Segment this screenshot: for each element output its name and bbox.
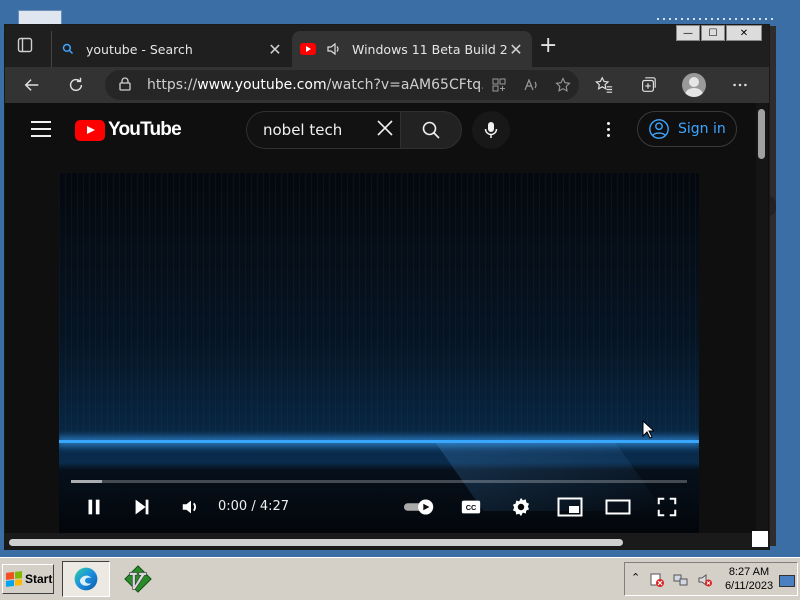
taskbar-edge-app[interactable] — [62, 561, 110, 597]
captions-button[interactable]: CC — [457, 495, 485, 519]
horizontal-scrollbar[interactable] — [5, 533, 769, 549]
clock-date: 6/11/2023 — [724, 580, 774, 592]
tab-youtube-search[interactable]: youtube - Search ✕ — [51, 31, 291, 67]
taskbar: Start ⌃ 8:27 AM 6/11/2023 — [0, 557, 800, 600]
tab-windows-11-video[interactable]: Windows 11 Beta Build 213… ✕ — [292, 31, 532, 67]
youtube-logo[interactable]: YouTube — [75, 119, 182, 141]
scrollbar-thumb[interactable] — [9, 539, 623, 546]
skip-next-icon — [135, 499, 149, 515]
account-icon — [649, 119, 669, 139]
windows-logo-icon — [6, 571, 22, 587]
microphone-icon — [484, 122, 498, 138]
browser-toolbar: https://www.youtube.com/watch?v=aAM65CFt… — [5, 67, 769, 103]
search-query: nobel tech — [263, 121, 343, 139]
favorite-star-icon[interactable] — [553, 75, 573, 95]
autoplay-toggle[interactable] — [402, 495, 438, 519]
tab-title: Windows 11 Beta Build 213… — [352, 41, 508, 57]
system-tray: ⌃ 8:27 AM 6/11/2023 — [624, 562, 798, 596]
vertical-scrollbar[interactable] — [756, 103, 768, 549]
lock-icon[interactable] — [117, 76, 135, 94]
volume-icon — [182, 500, 197, 514]
clock-time: 8:27 AM — [728, 566, 770, 578]
theater-mode-button[interactable] — [603, 495, 633, 519]
scrollbar-corner — [752, 531, 768, 547]
miniplayer-icon — [557, 497, 583, 517]
new-tab-icon[interactable]: + — [539, 35, 557, 57]
sign-in-button[interactable]: Sign in — [637, 111, 737, 147]
minimize-icon[interactable]: — — [676, 25, 700, 41]
maximize-icon[interactable]: ☐ — [701, 25, 725, 41]
youtube-header: YouTube nobel tech Sign in — [5, 103, 755, 157]
buffered-bar — [71, 480, 102, 483]
youtube-page: YouTube nobel tech Sign in 0:00 / 4:27 C… — [5, 103, 768, 549]
mute-button[interactable] — [177, 495, 205, 519]
read-aloud-icon[interactable] — [521, 75, 541, 95]
youtube-logo-text: YouTube — [108, 119, 182, 140]
progress-bar[interactable] — [71, 480, 687, 483]
close-tab-icon[interactable]: ✕ — [267, 40, 283, 59]
address-bar[interactable]: https://www.youtube.com/watch?v=aAM65CFt… — [105, 70, 579, 100]
close-tab-icon[interactable]: ✕ — [508, 40, 524, 59]
settings-button[interactable] — [507, 495, 535, 519]
window-edge — [770, 26, 776, 546]
search-icon — [60, 41, 76, 57]
miniplayer-button[interactable] — [555, 495, 585, 519]
scrollbar-thumb[interactable] — [758, 109, 765, 159]
closed-captions-icon: CC — [461, 500, 481, 514]
volume-muted-icon[interactable] — [697, 572, 713, 588]
sign-in-label: Sign in — [678, 121, 726, 137]
tab-actions-icon[interactable] — [17, 37, 35, 55]
profile-avatar[interactable] — [682, 73, 706, 97]
url-path: /watch?v=aAM65CFtq... — [326, 77, 483, 93]
next-button[interactable] — [129, 495, 155, 519]
autoplay-toggle-icon — [403, 499, 434, 515]
tab-title: youtube - Search — [86, 41, 193, 57]
edge-browser-icon — [74, 567, 98, 591]
refresh-icon[interactable] — [65, 74, 87, 96]
more-options-icon[interactable] — [729, 74, 751, 96]
url-host: www.youtube.com — [197, 77, 327, 93]
gear-icon — [512, 497, 530, 517]
start-label: Start — [25, 572, 53, 586]
mouse-cursor-icon — [642, 420, 654, 439]
youtube-icon — [300, 41, 316, 57]
vim-icon — [124, 565, 152, 593]
clock[interactable]: 8:27 AM 6/11/2023 — [721, 565, 777, 593]
back-arrow-icon[interactable] — [21, 74, 43, 96]
browser-window: youtube - Search ✕ Windows 11 Beta Build… — [4, 24, 770, 550]
collections-icon[interactable] — [637, 74, 659, 96]
search-icon — [422, 121, 440, 139]
favorites-icon[interactable] — [593, 74, 615, 96]
video-player[interactable]: 0:00 / 4:27 CC — [59, 173, 699, 535]
pause-button[interactable] — [81, 495, 107, 519]
theater-mode-icon — [605, 499, 631, 515]
time-display: 0:00 / 4:27 — [218, 499, 290, 514]
start-button[interactable]: Start — [2, 564, 54, 594]
voice-search-button[interactable] — [472, 111, 510, 149]
show-hidden-icons-icon[interactable]: ⌃ — [631, 571, 640, 584]
search-input[interactable]: nobel tech — [246, 111, 400, 149]
url-text: https://www.youtube.com/watch?v=aAM65CFt… — [147, 77, 483, 93]
hamburger-menu-icon[interactable] — [31, 121, 51, 137]
network-icon[interactable] — [673, 572, 689, 588]
close-window-icon[interactable]: ✕ — [726, 25, 762, 41]
desktop-background-pattern — [655, 16, 775, 24]
clear-search-icon[interactable] — [370, 116, 400, 144]
svg-text:CC: CC — [466, 503, 477, 512]
security-alert-icon[interactable] — [649, 572, 665, 588]
tab-bar: youtube - Search ✕ Windows 11 Beta Build… — [5, 25, 769, 67]
pause-icon — [88, 499, 100, 515]
search-button[interactable] — [400, 111, 462, 149]
fullscreen-icon — [657, 497, 677, 517]
show-desktop-icon[interactable] — [779, 575, 795, 587]
speaker-icon[interactable] — [326, 41, 342, 57]
video-horizon-glow — [59, 440, 699, 443]
taskbar-vim-app[interactable] — [114, 561, 162, 597]
youtube-play-logo-icon — [75, 119, 105, 141]
fullscreen-button[interactable] — [653, 495, 681, 519]
app-available-icon[interactable] — [489, 75, 509, 95]
url-prefix: https:// — [147, 77, 198, 93]
settings-menu-icon[interactable] — [603, 120, 613, 140]
